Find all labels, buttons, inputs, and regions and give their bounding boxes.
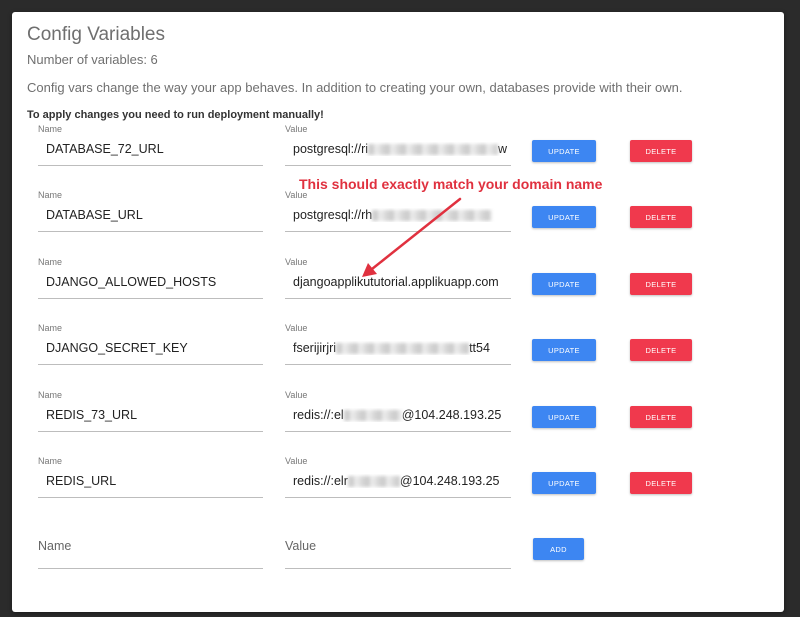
- field-underline: [38, 298, 263, 299]
- variable-row: Name REDIS_URL Value redis://:elr @104.24…: [0, 452, 800, 502]
- field-underline: [285, 497, 511, 498]
- annotation-text: This should exactly match your domain na…: [299, 176, 603, 192]
- name-label: Name: [38, 124, 63, 134]
- variable-name-field[interactable]: Name REDIS_URL: [38, 456, 263, 500]
- variable-name-value: DATABASE_72_URL: [46, 142, 164, 156]
- name-label: Name: [38, 190, 63, 200]
- update-button[interactable]: UPDATE: [532, 339, 596, 361]
- variable-value: redis://:elr @104.248.193.25: [293, 474, 500, 488]
- variable-name-value: DJANGO_ALLOWED_HOSTS: [46, 275, 217, 289]
- delete-button[interactable]: DELETE: [630, 406, 692, 428]
- name-label: Name: [38, 390, 63, 400]
- value-label: Value: [285, 257, 308, 267]
- variable-value-field[interactable]: Value postgresql://ri w: [285, 124, 511, 168]
- variable-value-field[interactable]: Value postgresql://rh: [285, 190, 511, 234]
- field-underline: [285, 431, 511, 432]
- update-button[interactable]: UPDATE: [532, 472, 596, 494]
- variable-value-field[interactable]: Value redis://:el @104.248.193.25: [285, 390, 511, 434]
- field-underline: [285, 364, 511, 365]
- variable-value-field[interactable]: Value redis://:elr @104.248.193.25: [285, 456, 511, 500]
- field-underline: [285, 568, 511, 569]
- variable-value: postgresql://rh: [293, 208, 511, 222]
- variable-value: fserijirjri tt54: [293, 341, 490, 355]
- add-button[interactable]: ADD: [533, 538, 584, 560]
- field-underline: [38, 231, 263, 232]
- variable-row: Name DATABASE_URL Value postgresql://rh …: [0, 186, 800, 236]
- variable-row: Name DATABASE_72_URL Value postgresql://…: [0, 120, 800, 170]
- new-name-placeholder: Name: [38, 539, 72, 553]
- variable-value: redis://:el @104.248.193.25: [293, 408, 502, 422]
- variable-row: Name REDIS_73_URL Value redis://:el @104.…: [0, 386, 800, 436]
- delete-button[interactable]: DELETE: [630, 472, 692, 494]
- name-label: Name: [38, 323, 63, 333]
- field-underline: [285, 231, 511, 232]
- redacted-blur: [372, 210, 493, 222]
- page-title: Config Variables: [27, 24, 166, 45]
- variable-value: djangoapplikututorial.applikuapp.com: [293, 275, 499, 289]
- field-underline: [285, 298, 511, 299]
- update-button[interactable]: UPDATE: [532, 206, 596, 228]
- new-value-input[interactable]: Value: [285, 533, 511, 577]
- name-label: Name: [38, 257, 63, 267]
- field-underline: [38, 568, 263, 569]
- update-button[interactable]: UPDATE: [532, 140, 596, 162]
- variable-name-field[interactable]: Name DATABASE_72_URL: [38, 124, 263, 168]
- variable-value-field[interactable]: Value djangoapplikututorial.applikuapp.c…: [285, 257, 511, 301]
- value-label: Value: [285, 124, 308, 134]
- value-label: Value: [285, 456, 308, 466]
- delete-button[interactable]: DELETE: [630, 140, 692, 162]
- variable-value-field[interactable]: Value fserijirjri tt54: [285, 323, 511, 367]
- field-underline: [285, 165, 511, 166]
- field-underline: [38, 364, 263, 365]
- name-label: Name: [38, 456, 63, 466]
- delete-button[interactable]: DELETE: [630, 339, 692, 361]
- redacted-blur: [343, 410, 402, 422]
- redacted-blur: [336, 343, 470, 355]
- update-button[interactable]: UPDATE: [532, 273, 596, 295]
- variable-name-value: DATABASE_URL: [46, 208, 143, 222]
- variable-name-field[interactable]: Name DJANGO_ALLOWED_HOSTS: [38, 257, 263, 301]
- variable-value: postgresql://ri w: [293, 142, 508, 156]
- value-label: Value: [285, 390, 308, 400]
- field-underline: [38, 165, 263, 166]
- config-vars-card: [12, 12, 784, 612]
- variable-name-value: REDIS_URL: [46, 474, 117, 488]
- new-name-input[interactable]: Name: [38, 533, 263, 577]
- variable-name-field[interactable]: Name REDIS_73_URL: [38, 390, 263, 434]
- variable-name-value: REDIS_73_URL: [46, 408, 138, 422]
- variable-name-field[interactable]: Name DATABASE_URL: [38, 190, 263, 234]
- redacted-blur: [347, 476, 400, 488]
- field-underline: [38, 431, 263, 432]
- variable-row: Name DJANGO_SECRET_KEY Value fserijirjri…: [0, 319, 800, 369]
- variable-name-field[interactable]: Name DJANGO_SECRET_KEY: [38, 323, 263, 367]
- delete-button[interactable]: DELETE: [630, 273, 692, 295]
- page-description: Config vars change the way your app beha…: [27, 80, 683, 95]
- variable-row: Name DJANGO_ALLOWED_HOSTS Value djangoap…: [0, 253, 800, 303]
- variable-name-value: DJANGO_SECRET_KEY: [46, 341, 188, 355]
- new-value-placeholder: Value: [285, 539, 317, 553]
- redacted-blur: [368, 144, 499, 156]
- update-button[interactable]: UPDATE: [532, 406, 596, 428]
- value-label: Value: [285, 323, 308, 333]
- variable-count: Number of variables: 6: [27, 52, 158, 67]
- field-underline: [38, 497, 263, 498]
- delete-button[interactable]: DELETE: [630, 206, 692, 228]
